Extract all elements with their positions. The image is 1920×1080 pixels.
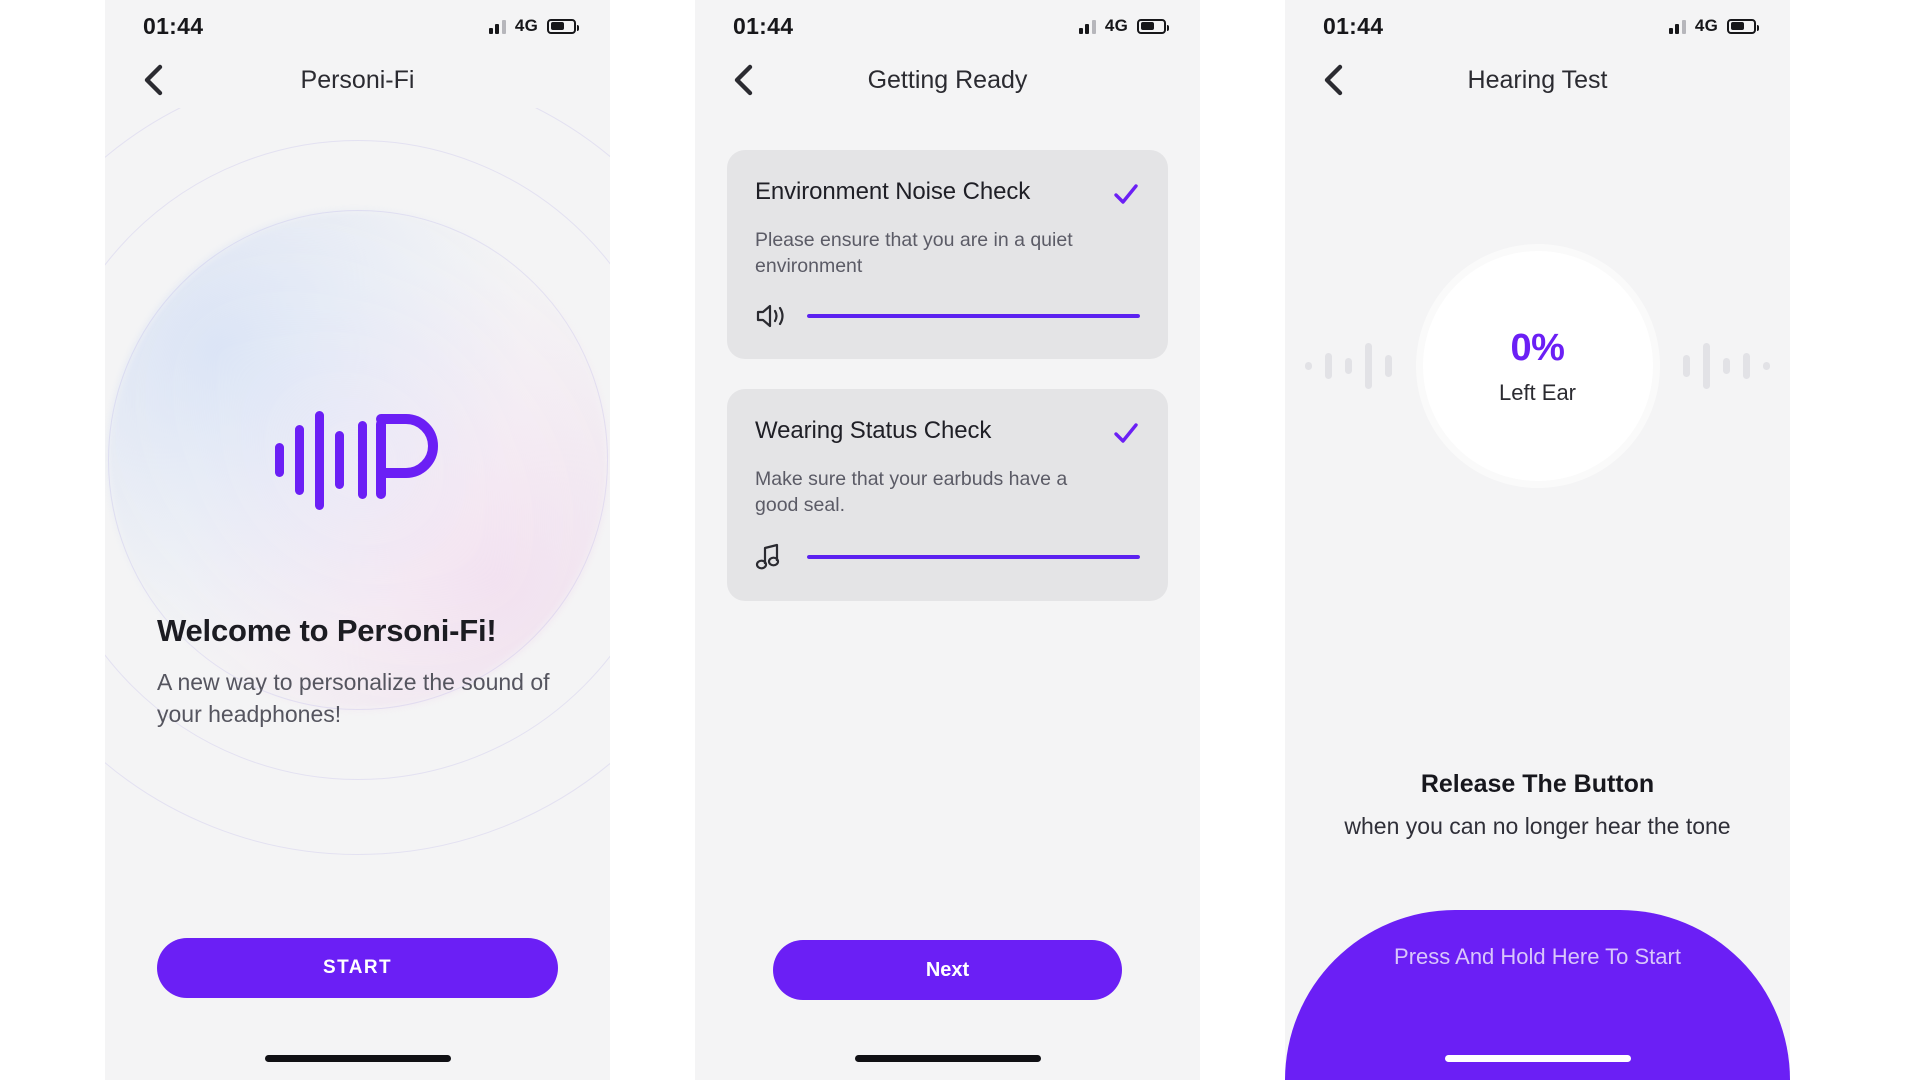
page-title: Hearing Test (1467, 65, 1608, 94)
signal-bars-icon (488, 19, 506, 34)
status-bar: 01:44 4G (695, 0, 1200, 52)
app-logo (258, 395, 458, 525)
phone-screen-getting-ready: 01:44 4G Getting Ready Environment Noise… (695, 0, 1200, 1080)
check-icon (1112, 178, 1140, 213)
page-title: Personi-Fi (300, 65, 415, 94)
start-cta-wrapper: START (157, 938, 558, 998)
card-progress-row (755, 303, 1140, 329)
status-bar: 01:44 4G (1285, 0, 1790, 52)
page-title: Getting Ready (867, 65, 1028, 94)
ear-label: Left Ear (1498, 379, 1577, 405)
phone-screen-hearing-test: 01:44 4G Hearing Test 0% Left Ear Releas… (1285, 0, 1790, 1080)
instruction-block: Release The Button when you can no longe… (1319, 770, 1756, 840)
card-header: Environment Noise Check (755, 178, 1140, 213)
next-cta-wrapper: Next (773, 940, 1122, 1000)
card-title: Wearing Status Check (755, 417, 992, 445)
signal-bars-icon (1078, 19, 1096, 34)
navigation-bar: Personi-Fi (105, 52, 610, 108)
status-indicators: 4G (1668, 16, 1759, 36)
personifi-logo-icon (274, 410, 438, 510)
music-note-icon (755, 543, 789, 571)
battery-icon (1137, 18, 1169, 34)
welcome-text-block: Welcome to Personi-Fi! A new way to pers… (157, 613, 558, 730)
card-title: Environment Noise Check (755, 178, 1031, 205)
back-button[interactable] (1313, 60, 1353, 100)
card-subtitle: Make sure that your earbuds have a good … (755, 468, 1068, 517)
chevron-left-icon (1324, 64, 1343, 96)
phone-screen-welcome: 01:44 4G Personi-Fi Welcome to Personi-F… (105, 0, 610, 1080)
start-button[interactable]: START (157, 938, 558, 998)
instruction-text: when you can no longer hear the tone (1344, 813, 1731, 839)
network-type-label: 4G (1694, 16, 1718, 35)
speaker-wave-icon (755, 303, 789, 329)
home-indicator (1444, 1055, 1631, 1062)
network-type-label: 4G (514, 16, 538, 35)
card-subtitle: Please ensure that you are in a quiet en… (755, 229, 1073, 278)
welcome-heading: Welcome to Personi-Fi! (157, 613, 497, 648)
network-type-label: 4G (1104, 16, 1128, 35)
back-button[interactable] (133, 60, 173, 100)
progress-fill (807, 314, 1140, 319)
status-indicators: 4G (1078, 16, 1169, 36)
signal-bars-icon (1668, 19, 1686, 34)
next-button[interactable]: Next (773, 940, 1122, 1000)
status-indicators: 4G (488, 16, 579, 36)
instruction-title: Release The Button (1420, 770, 1655, 798)
three-phone-mockup-row: 01:44 4G Personi-Fi Welcome to Personi-F… (0, 0, 1920, 1080)
status-bar: 01:44 4G (105, 0, 610, 52)
progress-fill (807, 554, 1140, 559)
decorative-rings (105, 108, 610, 1080)
chevron-left-icon (734, 64, 753, 96)
home-indicator (854, 1055, 1041, 1062)
status-time: 01:44 (1323, 12, 1384, 39)
status-time: 01:44 (143, 12, 204, 39)
progress-percentage: 0% (1510, 326, 1565, 369)
navigation-bar: Hearing Test (1285, 52, 1790, 108)
check-icon (1112, 417, 1140, 452)
mockup-gutter-1 (610, 0, 695, 1080)
battery-icon (1727, 18, 1759, 34)
home-indicator (264, 1055, 451, 1062)
audio-waveform-icon (1683, 343, 1770, 389)
audio-waveform-icon (1305, 343, 1392, 389)
navigation-bar: Getting Ready (695, 52, 1200, 108)
environment-noise-check-card: Environment Noise Check Please ensure th… (727, 150, 1168, 360)
hearing-test-progress-meter: 0% Left Ear (1422, 251, 1653, 481)
welcome-subheading: A new way to personalize the sound of yo… (157, 669, 550, 727)
wearing-status-check-card: Wearing Status Check Make sure that your… (727, 389, 1168, 601)
wearing-check-progress (807, 554, 1140, 559)
battery-icon (547, 18, 579, 34)
card-progress-row (755, 543, 1140, 571)
card-header: Wearing Status Check (755, 417, 1140, 452)
mockup-gutter-2 (1200, 0, 1285, 1080)
welcome-body: Welcome to Personi-Fi! A new way to pers… (105, 108, 610, 1080)
getting-ready-body: Environment Noise Check Please ensure th… (695, 108, 1200, 1080)
chevron-left-icon (144, 64, 163, 96)
status-time: 01:44 (733, 12, 794, 39)
noise-check-progress (807, 314, 1140, 319)
hearing-test-body: 0% Left Ear Release The Button when you … (1285, 108, 1790, 1080)
back-button[interactable] (723, 60, 763, 100)
